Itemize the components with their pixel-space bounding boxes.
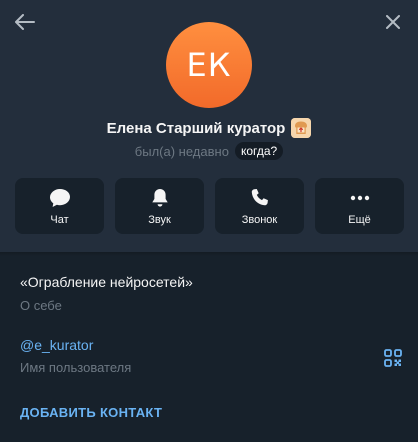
qr-code-button[interactable]: [379, 344, 407, 372]
avatar[interactable]: ЕК: [166, 22, 252, 108]
back-button[interactable]: [11, 8, 39, 36]
profile-status-row: был(а) недавно когда?: [0, 141, 418, 161]
close-button[interactable]: [379, 8, 407, 36]
arrow-left-icon: [15, 14, 35, 30]
more-button[interactable]: Ещё: [315, 178, 404, 234]
profile-name-row: Елена Старший куратор: [0, 117, 418, 139]
avatar-initials: ЕК: [186, 46, 232, 84]
profile-name: Елена Старший куратор: [106, 119, 286, 137]
toast-emoji-icon: [291, 118, 312, 138]
call-button-label: Звонок: [241, 214, 278, 226]
last-seen-status: был(а) недавно: [134, 143, 229, 159]
sound-button-label: Звук: [148, 214, 171, 226]
more-button-label: Ещё: [348, 214, 371, 226]
bell-icon: [151, 189, 168, 207]
chat-bubble-icon: [49, 189, 70, 207]
chat-button[interactable]: Чат: [15, 178, 104, 234]
phone-icon: [251, 189, 268, 206]
when-button[interactable]: когда?: [234, 142, 284, 160]
username-link[interactable]: @e_kurator: [20, 337, 93, 353]
chat-button-label: Чат: [50, 214, 69, 226]
add-contact-button[interactable]: ДОБАВИТЬ КОНТАКТ: [20, 405, 162, 420]
action-buttons: Чат Звук Звонок Ещё: [15, 178, 404, 234]
more-dots-icon: [350, 195, 369, 201]
sound-button[interactable]: Звук: [115, 178, 204, 234]
bio-caption: О себе: [20, 298, 62, 313]
bio-text: «Ограбление нейросетей»: [20, 274, 193, 290]
username-caption: Имя пользователя: [20, 360, 132, 375]
call-button[interactable]: Звонок: [215, 178, 304, 234]
close-icon: [386, 15, 400, 29]
qr-code-icon: [384, 349, 402, 367]
